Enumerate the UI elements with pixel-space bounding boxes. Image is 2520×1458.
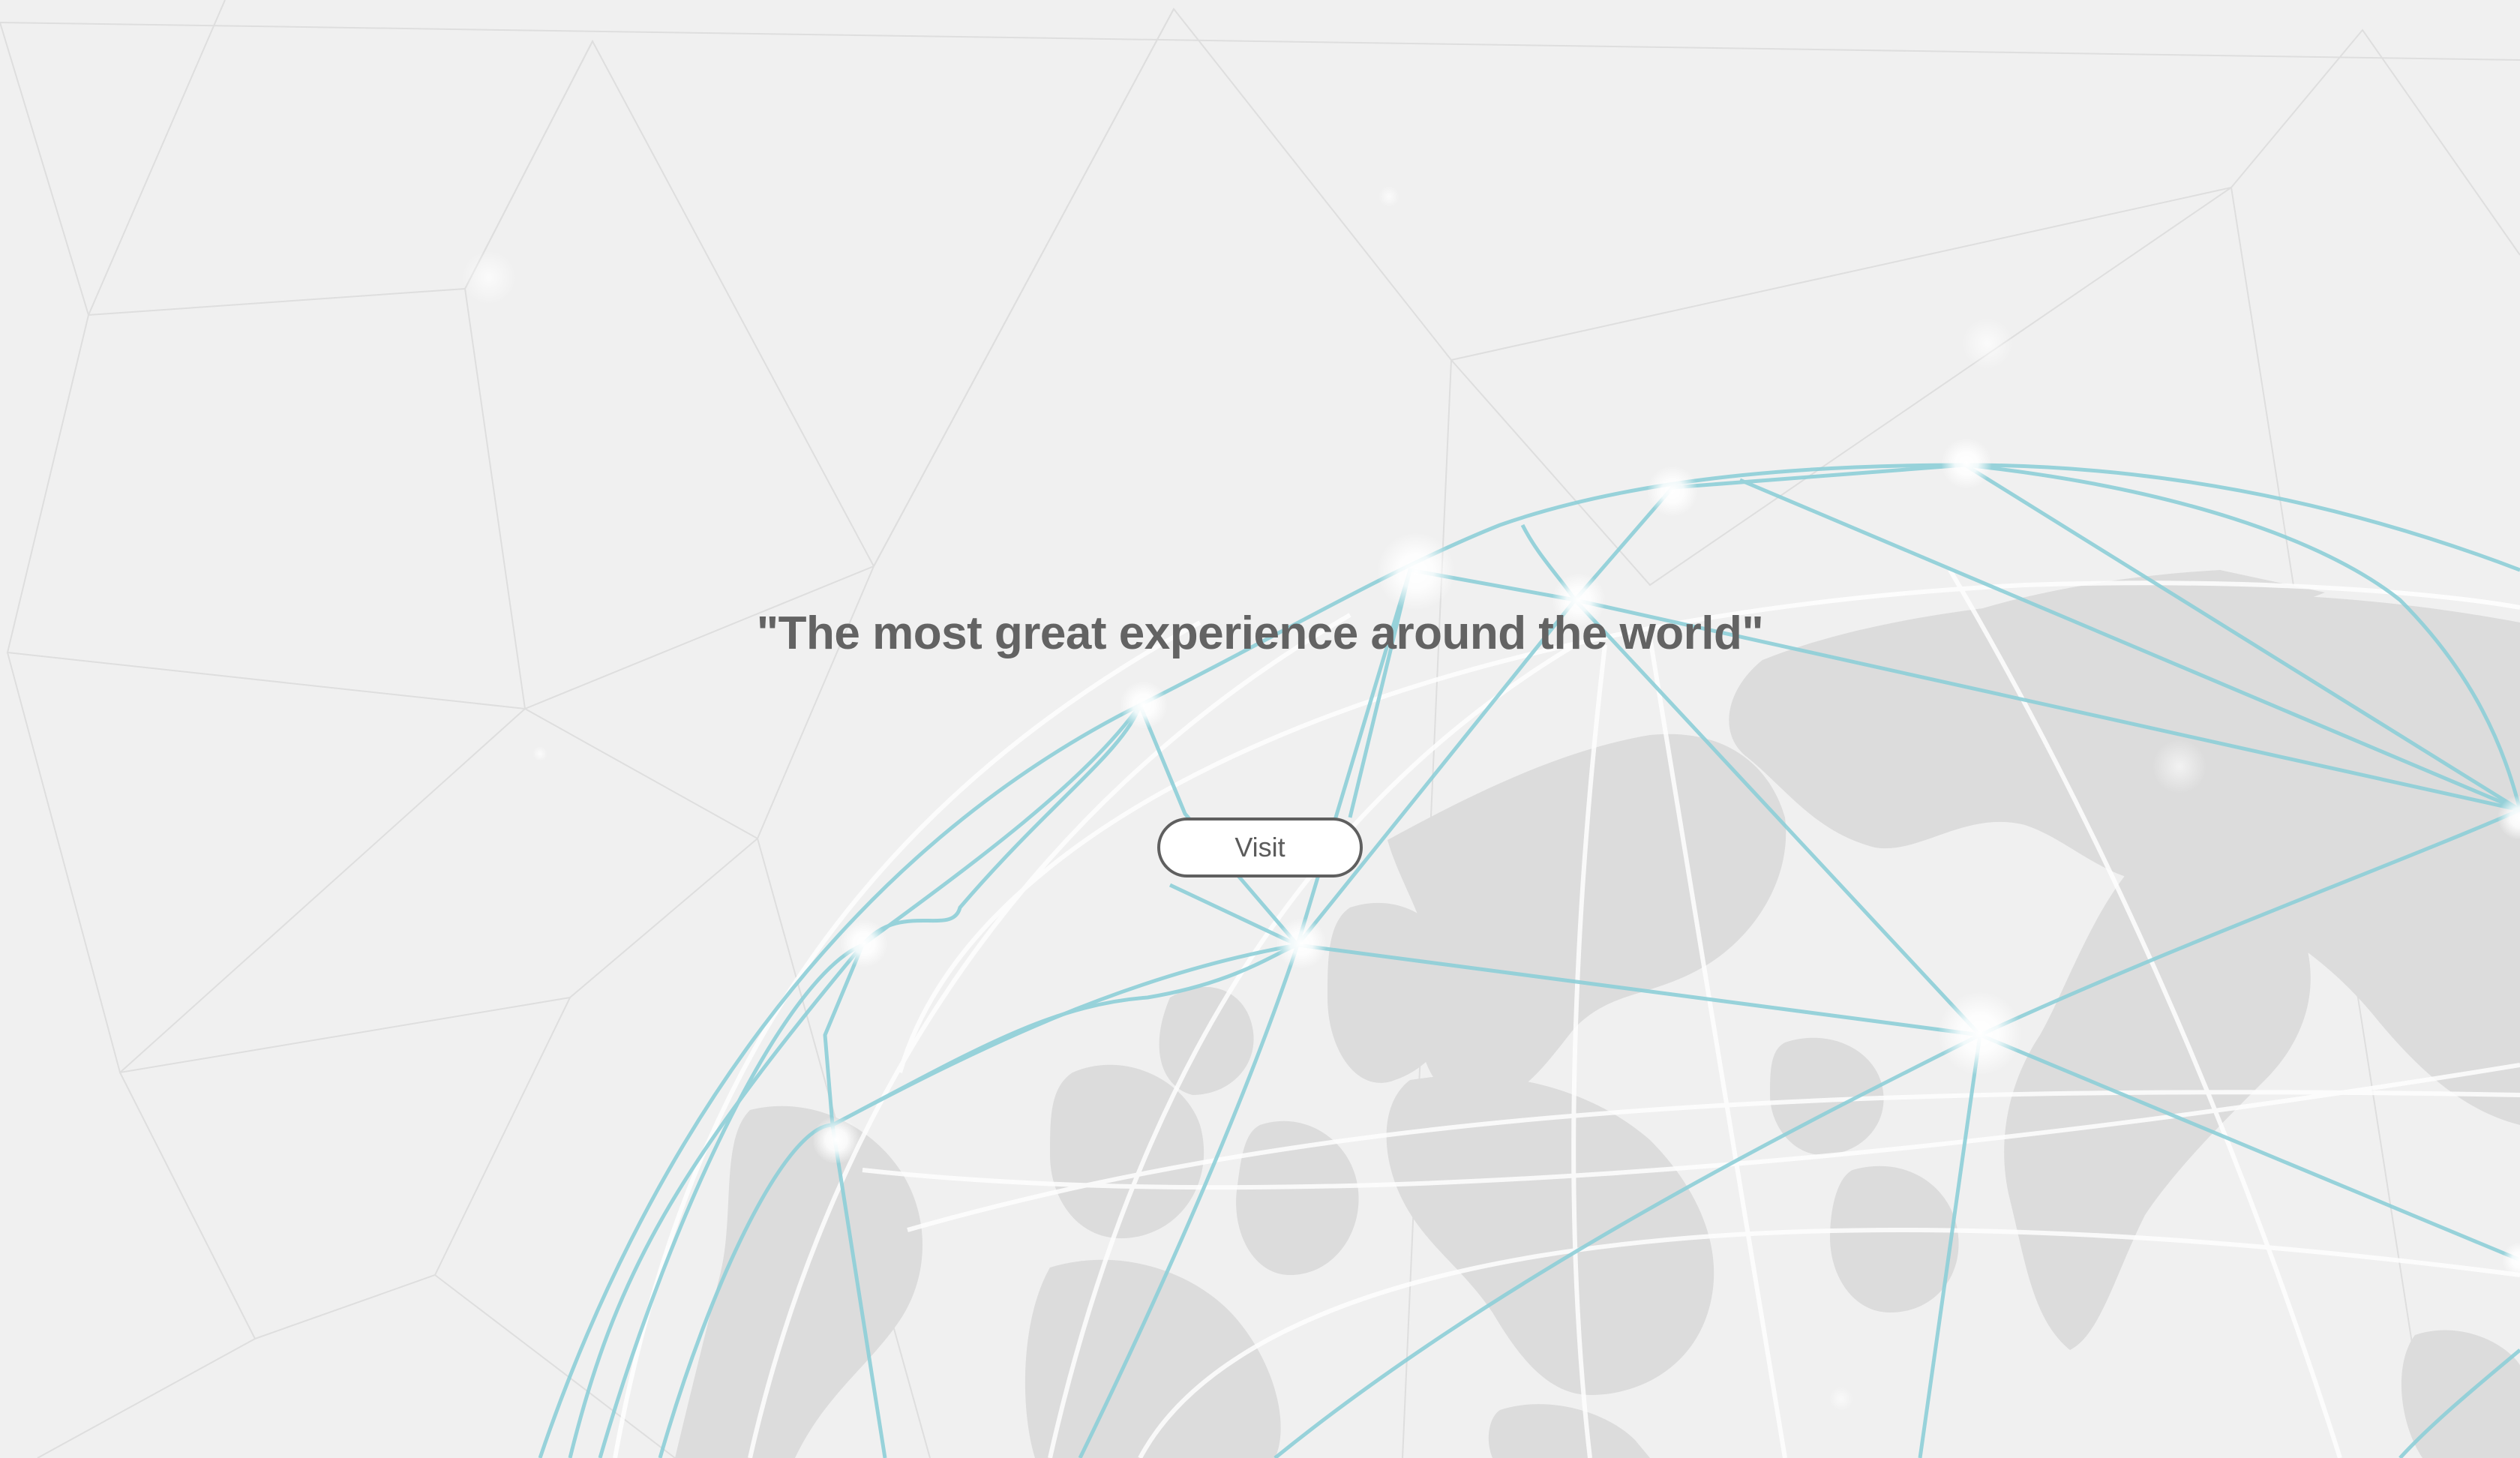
landing-page: "The most great experience around the wo… xyxy=(0,0,2520,1458)
visit-button[interactable]: Visit xyxy=(1157,818,1363,878)
hero-section: "The most great experience around the wo… xyxy=(0,0,2520,1458)
hero-headline: "The most great experience around the wo… xyxy=(756,608,1764,659)
